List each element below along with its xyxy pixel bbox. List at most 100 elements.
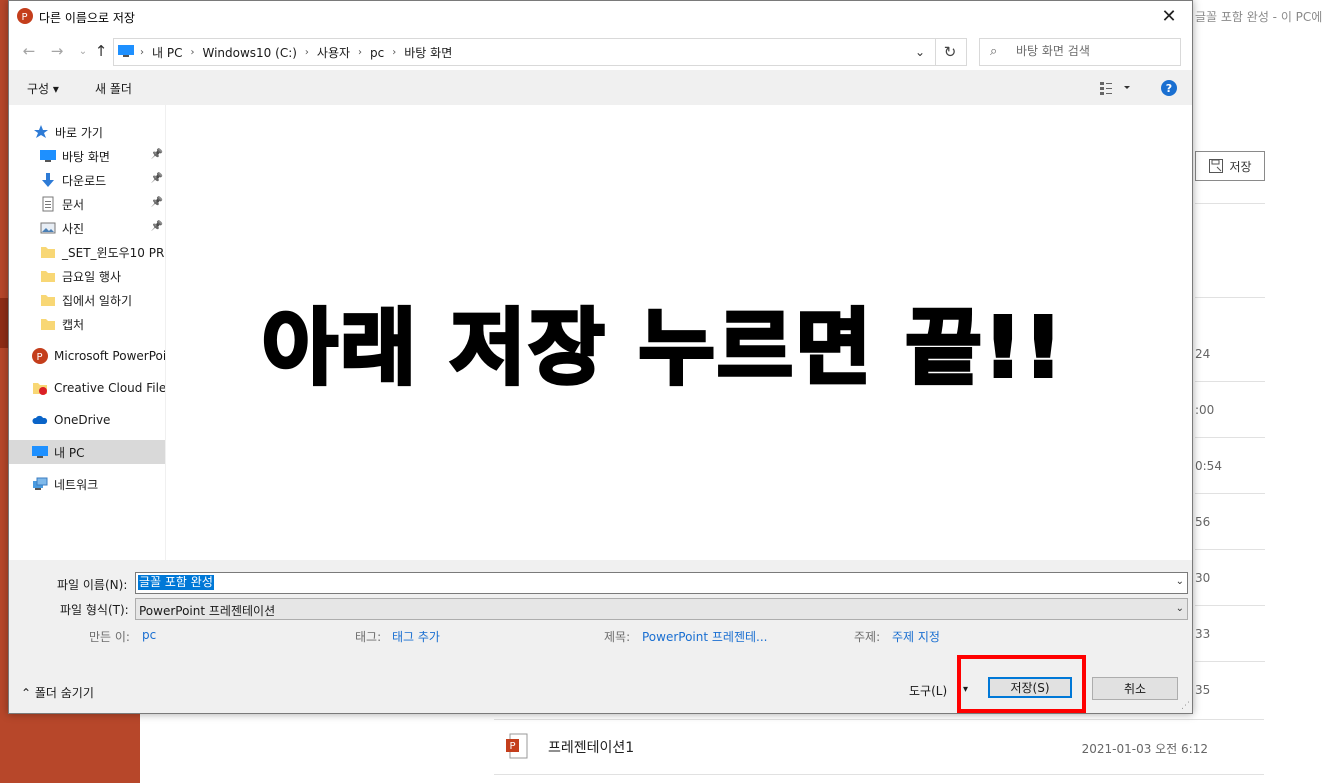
sidebar-item[interactable]: 내 PC — [9, 440, 165, 464]
navigation-bar: ← → ⌄ ↑ › 내 PC › Windows10 (C:) › 사용자 › … — [9, 32, 1192, 70]
file-list-area[interactable]: 아래 저장 누르면 끝!! — [167, 105, 1192, 560]
resize-grip-icon[interactable]: ⋰ — [1181, 701, 1190, 711]
new-folder-button[interactable]: 새 폴더 — [95, 80, 132, 97]
background-time: 35 — [1195, 683, 1211, 697]
breadcrumb-item[interactable]: 내 PC — [152, 44, 182, 61]
chevron-down-icon[interactable]: ⌄ — [1176, 603, 1184, 614]
author-value[interactable]: pc — [142, 628, 156, 642]
chevron-down-icon[interactable]: ⌄ — [1176, 576, 1184, 587]
file-name-field[interactable]: 글꼴 포함 완성 ⌄ — [135, 572, 1188, 594]
refresh-icon[interactable]: ↻ — [934, 38, 967, 66]
sidebar-item[interactable]: 바탕 화면 📌 — [9, 144, 165, 168]
forward-arrow-icon[interactable]: → — [47, 41, 67, 61]
sidebar-item-label: _SET_윈도우10 PRO — [62, 245, 165, 260]
sidebar-item[interactable]: _SET_윈도우10 PRO — [9, 240, 165, 264]
dialog-titlebar[interactable]: P 다른 이름으로 저장 ✕ — [9, 1, 1192, 32]
close-icon[interactable]: ✕ — [1146, 1, 1192, 32]
pin-icon[interactable]: 📌 — [151, 221, 163, 232]
background-time: :00 — [1195, 403, 1215, 417]
file-name-value[interactable]: 글꼴 포함 완성 — [138, 575, 214, 590]
search-box[interactable]: ⌕ — [979, 38, 1181, 66]
organize-menu[interactable]: 구성 ▾ — [27, 80, 59, 97]
up-arrow-icon[interactable]: ↑ — [91, 41, 111, 61]
sidebar-item[interactable]: 다운로드 📌 — [9, 168, 165, 192]
breadcrumb-item[interactable]: Windows10 (C:) — [202, 46, 296, 60]
sidebar-item-label: 내 PC — [54, 445, 85, 460]
desktop-icon — [40, 148, 56, 164]
breadcrumb-item[interactable]: pc — [370, 46, 384, 60]
sidebar-item[interactable]: 금요일 행사 — [9, 264, 165, 288]
recent-locations-chevron-icon[interactable]: ⌄ — [73, 41, 93, 61]
background-window-title: 글꼴 포함 완성 - 이 PC에 — [1195, 10, 1323, 24]
back-arrow-icon[interactable]: ← — [19, 41, 39, 61]
sidebar-item-label: 사진 — [62, 221, 85, 236]
help-icon[interactable]: ? — [1161, 80, 1177, 96]
command-toolbar: 구성 ▾ 새 폴더 ? — [9, 70, 1192, 105]
recent-file-row[interactable]: P 프레젠테이션1 2021-01-03 오전 6:12 — [494, 719, 1264, 775]
onedrive-icon — [32, 412, 48, 428]
sidebar-item[interactable]: 네트워크 — [9, 472, 165, 496]
sidebar-item[interactable]: OneDrive — [9, 408, 165, 432]
svg-text:P: P — [510, 741, 516, 752]
sidebar-item[interactable]: 문서 📌 — [9, 192, 165, 216]
title-meta-value[interactable]: PowerPoint 프레젠테... — [642, 628, 768, 645]
breadcrumb-item[interactable]: 바탕 화면 — [404, 44, 452, 61]
tools-menu[interactable]: 도구(L) — [909, 682, 947, 699]
folder-icon — [40, 244, 56, 260]
sidebar-item[interactable]: 바로 가기 — [9, 120, 165, 144]
breadcrumb-chevron-icon[interactable]: › — [358, 47, 362, 58]
sidebar-item-label: OneDrive — [54, 413, 111, 427]
background-save-button[interactable]: 저장 — [1195, 151, 1265, 181]
breadcrumb-chevron-icon[interactable]: › — [392, 47, 396, 58]
pc-icon — [32, 444, 48, 460]
author-label: 만든 이: — [89, 630, 130, 644]
navigation-pane: 바로 가기 바탕 화면 📌 다운로드 📌 문서 📌 사진 📌 _SET_윈도우10 PRO 금요일 … — [9, 105, 165, 560]
save-as-dialog: P 다른 이름으로 저장 ✕ ← → ⌄ ↑ › 내 PC › Windows1… — [8, 0, 1193, 714]
address-bar[interactable]: › 내 PC › Windows10 (C:) › 사용자 › pc › 바탕 … — [113, 38, 936, 66]
file-type-label: 파일 형식(T): — [60, 603, 129, 617]
search-input[interactable] — [1016, 43, 1171, 59]
sidebar-item[interactable]: 집에서 일하기 — [9, 288, 165, 312]
tags-label: 태그: — [355, 630, 382, 644]
folder-icon — [40, 292, 56, 308]
background-time: 30 — [1195, 571, 1211, 585]
sidebar-item-label: 네트워크 — [54, 477, 99, 492]
breadcrumb-chevron-icon[interactable]: › — [190, 47, 194, 58]
highlight-annotation-box — [957, 655, 1086, 713]
subject-value[interactable]: 주제 지정 — [892, 628, 940, 645]
network-icon — [32, 476, 48, 492]
powerpoint-file-icon: P — [506, 733, 528, 759]
sidebar-item[interactable]: P Microsoft PowerPoint — [9, 344, 165, 368]
sidebar-item[interactable]: 캡처 — [9, 312, 165, 336]
sidebar-item[interactable]: 사진 📌 — [9, 216, 165, 240]
breadcrumb-chevron-icon[interactable]: › — [305, 47, 309, 58]
sidebar-item-label: 문서 — [62, 197, 85, 212]
search-icon: ⌕ — [990, 44, 998, 59]
file-type-select[interactable]: PowerPoint 프레젠테이션 ⌄ — [135, 598, 1188, 620]
pin-icon[interactable]: 📌 — [151, 173, 163, 184]
title-meta-label: 제목: — [604, 630, 631, 644]
sidebar-item[interactable]: Creative Cloud Files — [9, 376, 165, 400]
picture-icon — [40, 220, 56, 236]
star-icon — [33, 124, 49, 140]
background-time: 33 — [1195, 627, 1211, 641]
folder-icon — [40, 316, 56, 332]
view-options-icon[interactable] — [1098, 80, 1132, 96]
chevron-down-icon[interactable]: ⌄ — [911, 43, 929, 61]
cancel-button[interactable]: 취소 — [1092, 677, 1178, 700]
hide-folders-button[interactable]: ⌃ 폴더 숨기기 — [21, 684, 94, 701]
pin-icon[interactable]: 📌 — [151, 197, 163, 208]
tags-value[interactable]: 태그 추가 — [392, 628, 440, 645]
breadcrumb-item[interactable]: 사용자 — [317, 44, 350, 61]
pin-icon[interactable]: 📌 — [151, 149, 163, 160]
sidebar-item-label: 집에서 일하기 — [62, 293, 133, 308]
background-time: 56 — [1195, 515, 1211, 529]
sidebar-item-label: Creative Cloud Files — [54, 381, 165, 395]
background-time: 0:54 — [1195, 459, 1222, 473]
recent-file-name: 프레젠테이션1 — [548, 740, 635, 756]
save-icon — [1209, 159, 1224, 173]
breadcrumb-chevron-icon[interactable]: › — [140, 47, 144, 58]
powerpoint-icon: P — [32, 348, 48, 364]
svg-text:P: P — [22, 12, 28, 23]
sidebar-item-label: 캡처 — [62, 317, 85, 332]
